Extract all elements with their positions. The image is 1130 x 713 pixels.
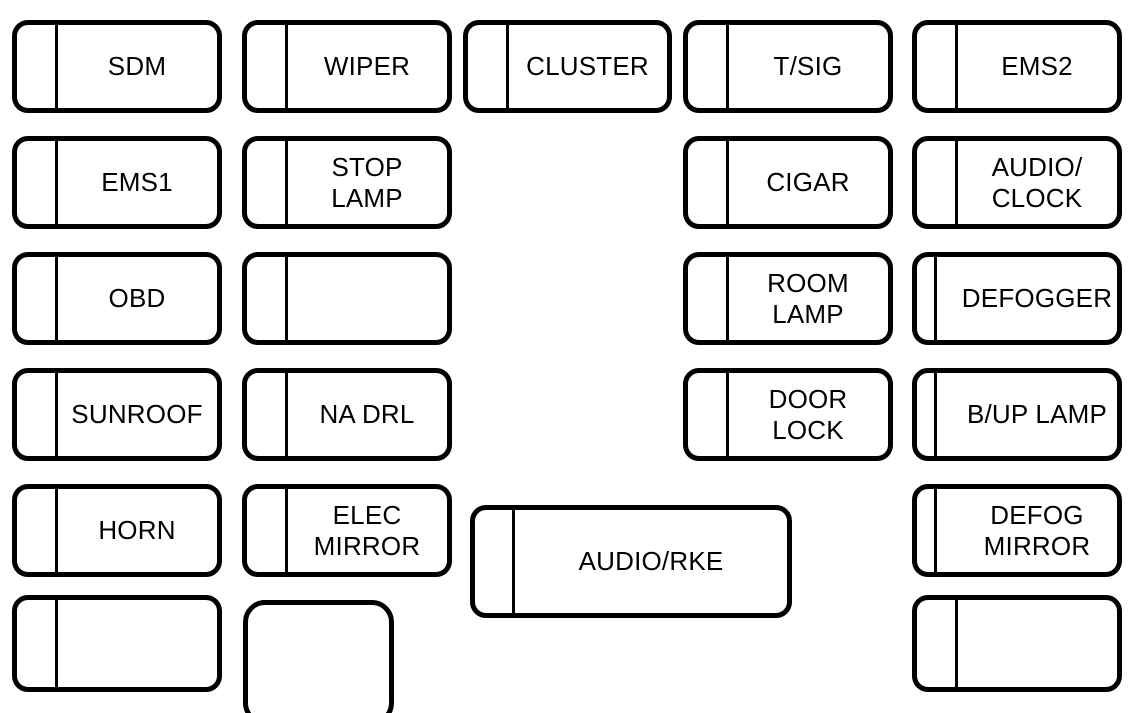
fuse-tab-divider: [934, 484, 937, 577]
fuse-label: HORN: [98, 515, 176, 546]
fuse-slot-empty[interactable]: [243, 600, 394, 713]
fuse-slot[interactable]: T/SIG: [683, 20, 893, 113]
fuse-slot[interactable]: SDM: [12, 20, 222, 113]
fuse-slot[interactable]: DEFOGGER: [912, 252, 1122, 345]
fuse-slot-empty[interactable]: [12, 595, 222, 692]
fuse-slot[interactable]: DOOR LOCK: [683, 368, 893, 461]
fuse-label: DEFOG MIRROR: [983, 500, 1091, 561]
fuse-slot[interactable]: HORN: [12, 484, 222, 577]
fuse-label: B/UP LAMP: [966, 399, 1108, 430]
fuse-tab-divider: [726, 136, 729, 229]
fuse-tab-divider: [55, 595, 58, 692]
fuse-tab-divider: [934, 252, 937, 345]
fuse-tab-divider: [285, 252, 288, 345]
fuse-tab-divider: [55, 136, 58, 229]
fuse-slot[interactable]: NA DRL: [242, 368, 452, 461]
fuse-label: WIPER: [323, 51, 411, 82]
fuse-tab-divider: [55, 252, 58, 345]
fuse-tab-divider: [55, 368, 58, 461]
fuse-tab-divider: [955, 595, 958, 692]
fuse-slot-empty[interactable]: [242, 252, 452, 345]
fuse-tab-divider: [512, 505, 515, 618]
fuse-slot[interactable]: DEFOG MIRROR: [912, 484, 1122, 577]
fuse-box-diagram: SDM WIPER CLUSTER T/SIG EMS2 EMS1 STOP LAMP CIG…: [0, 0, 1130, 713]
fuse-label: AUDIO/ CLOCK: [991, 152, 1083, 213]
fuse-label: DOOR LOCK: [768, 384, 848, 445]
fuse-slot[interactable]: CIGAR: [683, 136, 893, 229]
fuse-slot[interactable]: ELEC MIRROR: [242, 484, 452, 577]
fuse-tab-divider: [726, 368, 729, 461]
fuse-slot[interactable]: STOP LAMP: [242, 136, 452, 229]
fuse-label: OBD: [108, 283, 166, 314]
fuse-label: ELEC MIRROR: [313, 500, 421, 561]
fuse-tab-divider: [506, 20, 509, 113]
fuse-tab-divider: [285, 484, 288, 577]
fuse-slot-empty[interactable]: [912, 595, 1122, 692]
fuse-tab-divider: [955, 20, 958, 113]
fuse-label: CIGAR: [766, 167, 850, 198]
fuse-tab-divider: [55, 484, 58, 577]
fuse-label: CLUSTER: [526, 51, 649, 82]
fuse-label: T/SIG: [773, 51, 843, 82]
fuse-label: AUDIO/RKE: [578, 546, 724, 577]
fuse-slot[interactable]: EMS2: [912, 20, 1122, 113]
fuse-label: SUNROOF: [71, 399, 203, 430]
fuse-tab-divider: [285, 136, 288, 229]
fuse-tab-divider: [55, 20, 58, 113]
fuse-tab-divider: [726, 252, 729, 345]
fuse-label: ROOM LAMP: [767, 268, 849, 329]
fuse-tab-divider: [934, 368, 937, 461]
fuse-slot[interactable]: EMS1: [12, 136, 222, 229]
fuse-slot[interactable]: CLUSTER: [463, 20, 672, 113]
fuse-slot[interactable]: AUDIO/ CLOCK: [912, 136, 1122, 229]
fuse-label: EMS1: [101, 167, 173, 198]
fuse-tab-divider: [285, 20, 288, 113]
fuse-label: DEFOGGER: [961, 283, 1113, 314]
fuse-slot[interactable]: AUDIO/RKE: [470, 505, 792, 618]
fuse-tab-divider: [726, 20, 729, 113]
fuse-tab-divider: [955, 136, 958, 229]
fuse-tab-divider: [285, 368, 288, 461]
fuse-slot[interactable]: SUNROOF: [12, 368, 222, 461]
fuse-slot[interactable]: B/UP LAMP: [912, 368, 1122, 461]
fuse-slot[interactable]: WIPER: [242, 20, 452, 113]
fuse-label: NA DRL: [319, 399, 415, 430]
fuse-label: EMS2: [1001, 51, 1073, 82]
fuse-slot[interactable]: ROOM LAMP: [683, 252, 893, 345]
fuse-label: SDM: [107, 51, 167, 82]
fuse-label: STOP LAMP: [331, 152, 403, 213]
fuse-slot[interactable]: OBD: [12, 252, 222, 345]
